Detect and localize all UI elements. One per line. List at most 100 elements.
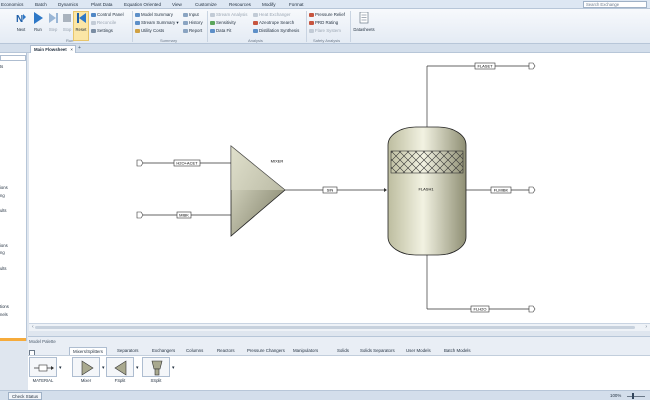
utility-costs-icon <box>135 28 140 33</box>
settings-gear-icon <box>91 28 96 33</box>
check-status-button[interactable]: Check Status <box>8 392 43 400</box>
nav-item[interactable]: tions <box>0 304 9 309</box>
menu-batch[interactable]: Batch <box>35 2 47 7</box>
scroll-left-arrow-icon[interactable]: ‹ <box>32 324 34 330</box>
mixer-icon <box>72 357 100 377</box>
utility-costs-label: Utility Costs <box>141 28 165 33</box>
stream-analysis-button[interactable]: Stream Analysis <box>210 12 247 19</box>
stream-mibk[interactable]: MIBK <box>136 211 236 219</box>
input-icon <box>183 12 188 17</box>
tab-main-flowsheet[interactable]: Main Flowsheet × <box>30 45 76 53</box>
prd-rating-button[interactable]: PRD Rating <box>309 20 338 27</box>
search-exchange-input[interactable]: Search Exchange <box>583 1 647 8</box>
menu-plant-data[interactable]: Plant Data <box>91 2 112 7</box>
menu-view[interactable]: View <box>172 2 182 7</box>
menu-equation-oriented[interactable]: Equation Oriented <box>124 2 161 7</box>
nav-item[interactable]: ions <box>0 243 8 248</box>
tab-exchangers[interactable]: Exchangers <box>152 347 175 355</box>
history-icon <box>183 20 188 25</box>
nav-item[interactable]: ng <box>0 250 5 255</box>
close-icon[interactable]: × <box>70 46 73 53</box>
model-summary-button[interactable]: Model Summary <box>135 12 173 19</box>
stream-h2o-acet[interactable]: H2O+ACET <box>136 159 238 167</box>
nav-item[interactable]: ults <box>0 208 7 213</box>
tab-columns[interactable]: Columns <box>186 347 203 355</box>
material-label: MATERIAL <box>32 378 54 383</box>
heat-exchanger-icon <box>253 12 258 17</box>
ribbon-separator <box>207 11 208 42</box>
tab-pressure-changers[interactable]: Pressure Changers <box>247 347 285 355</box>
menu-dynamics[interactable]: Dynamics <box>58 2 78 7</box>
menu-modify[interactable]: Modify <box>262 2 276 7</box>
tab-batch-models[interactable]: Batch Models <box>444 347 471 355</box>
zoom-slider[interactable] <box>627 396 645 397</box>
azeotrope-search-label: Azeotrope Search <box>259 20 295 25</box>
stream-label-h2o-acet: H2O+ACET <box>176 161 198 166</box>
tab-solids-separators[interactable]: Solids Separators <box>360 347 395 355</box>
input-button[interactable]: Input <box>183 12 199 19</box>
dropdown-arrow-icon[interactable]: ▾ <box>102 365 105 371</box>
data-fit-button[interactable]: Data Fit <box>210 28 231 35</box>
sensitivity-button[interactable]: Sensitivity <box>210 20 236 27</box>
run-icon <box>34 12 43 24</box>
nav-item[interactable]: ions <box>0 185 8 190</box>
menu-economics[interactable]: Economics <box>1 2 23 7</box>
add-tab-icon[interactable]: + <box>78 45 81 51</box>
stream-sin[interactable]: SIN <box>285 186 387 194</box>
datasheets-button[interactable]: Datasheets <box>353 12 375 40</box>
tab-separators[interactable]: Separators <box>117 347 138 355</box>
reset-button[interactable]: Reset <box>74 12 88 40</box>
material-stream-icon <box>29 357 57 377</box>
tab-user-models[interactable]: User Models <box>406 347 431 355</box>
heat-exchanger-label: Heat Exchanger <box>259 12 291 17</box>
summary-group-label: Summary <box>160 38 178 43</box>
report-button[interactable]: Report <box>183 28 202 35</box>
heat-exchanger-button[interactable]: Heat Exchanger <box>253 12 291 19</box>
control-panel-button[interactable]: Control Panel <box>91 12 124 19</box>
distillation-synthesis-button[interactable]: Distillation Synthesis <box>253 28 299 35</box>
utility-costs-button[interactable]: Utility Costs <box>135 28 164 35</box>
azeotrope-icon <box>253 20 258 25</box>
canvas-horizontal-scrollbar[interactable]: ‹ › <box>29 323 650 331</box>
next-button[interactable]: N Next <box>14 12 28 40</box>
report-label: Report <box>189 28 203 33</box>
stream-flmibk[interactable]: FLMIBK <box>466 186 536 194</box>
tab-reactors[interactable]: Reactors <box>217 347 235 355</box>
nav-item[interactable]: ng <box>0 193 5 198</box>
tab-solids[interactable]: Solids <box>337 347 349 355</box>
dropdown-arrow-icon[interactable]: ▾ <box>59 365 62 371</box>
reconcile-button[interactable]: Reconcile <box>91 20 116 27</box>
history-button[interactable]: History <box>183 20 203 27</box>
mixer-block[interactable]: MIXER <box>230 145 286 237</box>
flowsheet-canvas[interactable]: H2O+ACET MIBK MIXER SIN FLASH1 FLASET FL… <box>29 53 650 331</box>
menu-resources[interactable]: Resources <box>229 2 251 7</box>
scroll-right-arrow-icon[interactable]: › <box>645 324 647 330</box>
stream-label-flmibk: FLMIBK <box>494 188 509 193</box>
flare-system-button[interactable]: Flare System <box>309 28 341 35</box>
azeotrope-search-button[interactable]: Azeotrope Search <box>253 20 294 27</box>
run-button[interactable]: Run <box>31 12 45 40</box>
navigation-dropdown[interactable] <box>0 55 26 61</box>
ssplit-label: SSplit <box>150 378 162 383</box>
menu-format[interactable]: Format <box>289 2 304 7</box>
nav-item[interactable]: ults <box>0 266 7 271</box>
zoom-slider-knob[interactable] <box>632 393 634 399</box>
dropdown-arrow-icon[interactable]: ▾ <box>136 365 139 371</box>
stream-flh2o[interactable]: FLH2O <box>426 255 536 313</box>
pressure-relief-label: Pressure Relief <box>315 12 346 17</box>
nav-item[interactable]: nels <box>0 312 8 317</box>
pressure-relief-button[interactable]: Pressure Relief <box>309 12 345 19</box>
stop-button[interactable]: Stop <box>60 12 74 40</box>
tab-mixers-splitters[interactable]: Mixers/Splitters <box>69 347 108 355</box>
settings-button[interactable]: Settings <box>91 28 113 35</box>
stream-label-sin: SIN <box>327 188 334 193</box>
tab-manipulators[interactable]: Manipulators <box>293 347 318 355</box>
stream-flaset[interactable]: FLASET <box>426 62 536 127</box>
flash-vessel-block[interactable]: FLASH1 <box>387 126 467 256</box>
nav-item[interactable]: ts <box>0 64 3 69</box>
stream-summary-button[interactable]: Stream Summary ▾ <box>135 20 179 27</box>
step-button[interactable]: Step <box>46 12 60 40</box>
scroll-thumb[interactable] <box>35 326 635 329</box>
menu-customize[interactable]: Customize <box>195 2 217 7</box>
dropdown-arrow-icon[interactable]: ▾ <box>172 365 175 371</box>
